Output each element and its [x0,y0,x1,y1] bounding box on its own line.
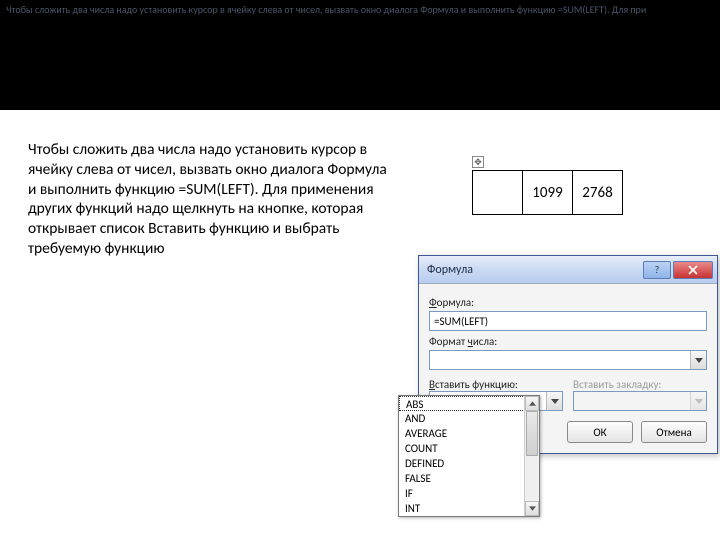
numfmt-label-pre: Формат [429,335,468,348]
numfmt-label-suf: исла: [473,335,497,348]
table-cell-empty[interactable] [473,171,523,215]
formula-label: Формула: [429,296,707,309]
formula-label-rest: ормула: [437,296,474,309]
top-banner: Чтобы сложить два числа надо установить … [0,0,720,110]
list-item[interactable]: INT [399,501,539,516]
scroll-down-icon[interactable] [525,501,539,516]
number-format-label: Формат числа: [429,335,707,348]
list-item[interactable]: AND [399,411,539,426]
number-format-combo[interactable] [429,350,707,370]
formula-label-accel: Ф [429,296,437,309]
list-item[interactable]: ABS [399,396,539,411]
list-item[interactable]: DEFINED [399,456,539,471]
table-row: 1099 2768 [473,171,623,215]
insert-label-rest: ставить функцию: [435,378,518,391]
table-cell[interactable]: 2768 [573,171,623,215]
scroll-up-icon[interactable] [525,396,539,411]
list-item[interactable]: AVERAGE [399,426,539,441]
help-button[interactable]: ? [643,261,671,279]
instruction-text: Чтобы сложить два числа надо установить … [28,140,388,259]
ok-button[interactable]: ОК [567,421,633,443]
formula-input[interactable] [429,311,707,331]
function-dropdown-list[interactable]: ABS AND AVERAGE COUNT DEFINED FALSE IF I… [398,395,540,517]
list-item[interactable]: IF [399,486,539,501]
data-table: 1099 2768 [472,170,623,215]
table-move-handle-icon[interactable]: ✥ [472,156,484,168]
insert-bookmark-label: Вставить закладку: [573,378,707,391]
dialog-title: Формула [427,263,641,277]
chevron-down-icon[interactable] [546,392,562,410]
number-format-input[interactable] [429,350,707,370]
close-icon [688,265,698,275]
word-table: ✥ 1099 2768 [472,170,623,215]
chevron-down-icon [690,392,706,410]
dialog-titlebar[interactable]: Формула ? [419,256,717,284]
insert-bookmark-input [573,391,707,411]
insert-bookmark-combo [573,391,707,411]
chevron-down-icon[interactable] [690,351,706,369]
list-item[interactable]: COUNT [399,441,539,456]
cancel-button[interactable]: Отмена [641,421,707,443]
scrollbar[interactable] [524,396,539,516]
scroll-track[interactable] [525,411,539,501]
scroll-thumb[interactable] [526,411,538,456]
list-item[interactable]: FALSE [399,471,539,486]
close-button[interactable] [673,261,713,279]
insert-function-label: Вставить функцию: [429,378,563,391]
table-cell[interactable]: 1099 [523,171,573,215]
